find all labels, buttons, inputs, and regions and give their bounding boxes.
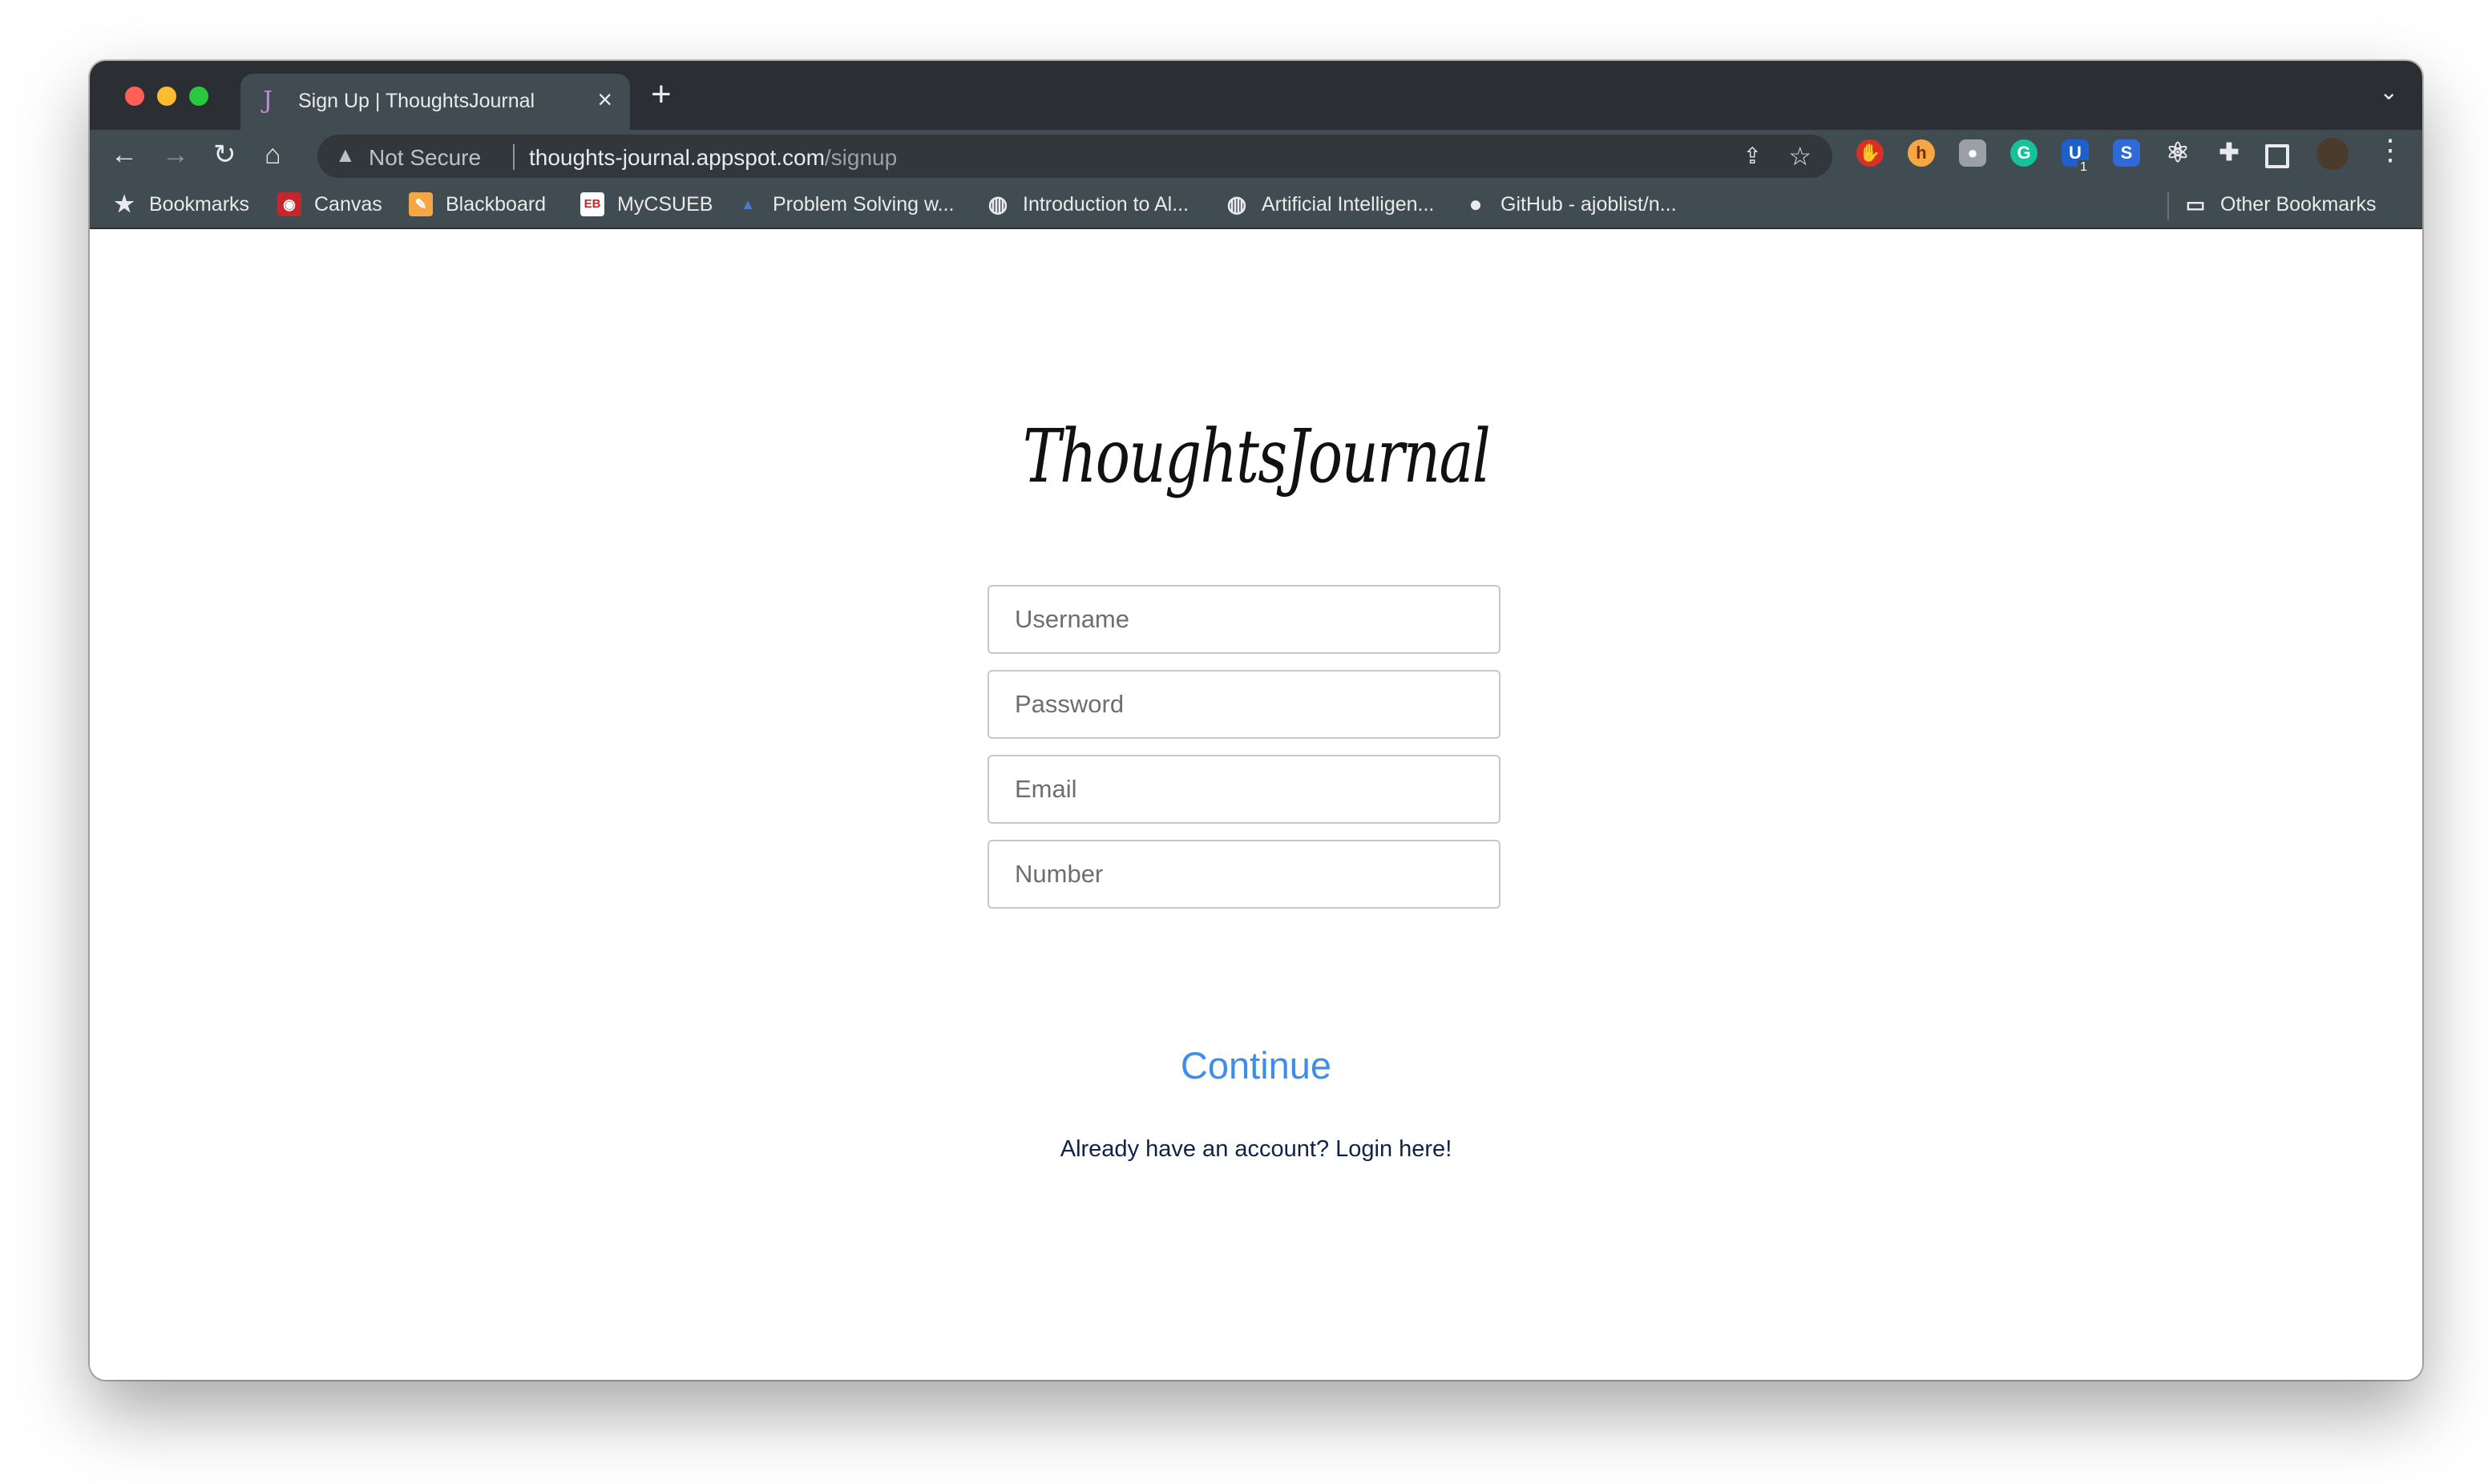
github-icon: ●	[1468, 192, 1483, 217]
mycsueb-icon: EB	[580, 192, 604, 217]
s-extension-icon[interactable]: S	[2113, 139, 2140, 167]
continue-button[interactable]: Continue	[90, 1043, 2422, 1087]
url-path: /signup	[824, 145, 898, 170]
close-tab-icon[interactable]: ×	[597, 85, 612, 115]
star-icon: ★	[114, 192, 135, 217]
username-input[interactable]	[988, 585, 1500, 654]
site-logo: ThoughtsJournal	[1022, 413, 1491, 499]
share-icon[interactable]: ⇪	[1743, 143, 1762, 169]
profile-avatar[interactable]	[2316, 138, 2349, 170]
bookmark-item-artificial-intelligence[interactable]: ◍ Artificial Intelligen...	[1225, 192, 1435, 217]
bookmark-item-canvas[interactable]: ◉ Canvas	[277, 192, 382, 217]
adblock-extension-icon[interactable]: ✋	[1856, 139, 1884, 167]
bookmarks-bar: ★ Bookmarks ◉ Canvas ✎ Blackboard EB MyCSUEB…	[90, 181, 2422, 229]
browser-toolbar: ← → ↻ ⌂ ▲ Not Secure thoughts-journal.ap…	[90, 130, 2422, 181]
extensions-puzzle-icon[interactable]: ✚	[2215, 139, 2243, 167]
tab-signup[interactable]: J Sign Up | ThoughtsJournal ×	[240, 74, 630, 130]
address-bar[interactable]: ▲ Not Secure thoughts-journal.appspot.co…	[317, 135, 1832, 178]
tab-strip: J Sign Up | ThoughtsJournal × + ⌄	[90, 61, 2422, 130]
browser-menu-icon[interactable]: ⋮	[2376, 133, 2405, 167]
bookmark-item-intro-ai[interactable]: ◍ Introduction to Al...	[986, 192, 1189, 216]
url-text[interactable]: thoughts-journal.appspot.com/signup	[529, 145, 897, 171]
password-input[interactable]	[988, 670, 1500, 739]
browser-window: J Sign Up | ThoughtsJournal × + ⌄ ← → ↻ …	[90, 61, 2422, 1380]
bookmarks-divider	[2167, 192, 2169, 220]
honey-extension-icon[interactable]: h	[1908, 139, 1935, 167]
bookmark-item-github[interactable]: ● GitHub - ajoblist/n...	[1464, 192, 1677, 216]
bookmark-item-mycsueb[interactable]: EB MyCSUEB	[580, 192, 713, 217]
new-tab-button[interactable]: +	[651, 77, 672, 112]
bookmark-star-icon[interactable]: ☆	[1788, 141, 1811, 171]
canvas-icon: ◉	[277, 192, 301, 217]
tab-title: Sign Up | ThoughtsJournal	[298, 90, 535, 112]
side-panel-icon[interactable]	[2265, 144, 2289, 168]
security-label[interactable]: Not Secure	[369, 145, 481, 171]
reload-button[interactable]: ↻	[213, 136, 236, 173]
email-input[interactable]	[988, 755, 1500, 824]
page-content: ThoughtsJournal Continue Already have an…	[90, 229, 2422, 1380]
problem-solving-icon: ▲	[741, 196, 755, 213]
bookmark-item-other-bookmarks[interactable]: ▭ Other Bookmarks	[2183, 192, 2377, 216]
grammarly-extension-icon[interactable]: G	[2010, 139, 2038, 167]
blackboard-icon: ✎	[409, 192, 433, 217]
tab-search-chevron-icon[interactable]: ⌄	[2380, 79, 2398, 105]
bookmark-item-bookmarks[interactable]: ★ Bookmarks	[112, 192, 249, 216]
extension-badge: 1	[2078, 160, 2090, 175]
globe-icon: ◍	[1226, 192, 1247, 217]
folder-icon: ▭	[2185, 192, 2206, 217]
address-divider	[513, 144, 515, 170]
react-devtools-icon[interactable]: ⚛	[2164, 139, 2191, 167]
warning-icon: ▲	[335, 143, 356, 167]
grey-extension-icon[interactable]: ●	[1959, 139, 1986, 167]
maximize-window-button[interactable]	[189, 87, 208, 106]
close-window-button[interactable]	[125, 87, 144, 106]
home-button[interactable]: ⌂	[265, 136, 281, 173]
number-input[interactable]	[988, 840, 1500, 909]
url-host: thoughts-journal.appspot.com	[529, 145, 825, 170]
login-link[interactable]: Already have an account? Login here!	[90, 1136, 2422, 1163]
back-button[interactable]: ←	[111, 136, 138, 173]
minimize-window-button[interactable]	[157, 87, 176, 106]
bookmark-item-problem-solving[interactable]: ▲ Problem Solving w...	[736, 192, 954, 216]
globe-icon: ◍	[988, 192, 1008, 217]
tab-favicon-icon: J	[263, 87, 273, 115]
bookmark-item-blackboard[interactable]: ✎ Blackboard	[409, 192, 546, 217]
forward-button[interactable]: →	[162, 136, 189, 173]
